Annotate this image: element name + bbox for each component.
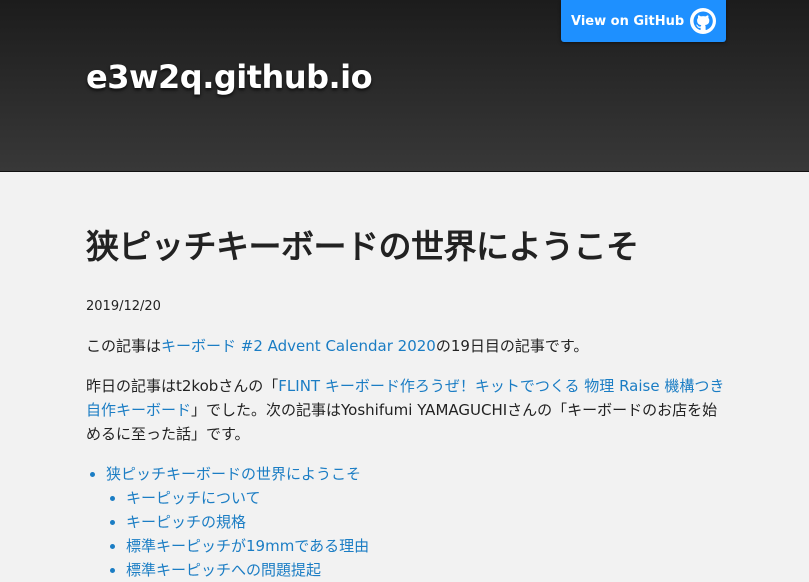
table-of-contents: 狭ピッチキーボードの世界にようこそ キーピッチについて キーピッチの規格 標準キ…: [86, 462, 726, 582]
toc-item: 狭ピッチキーボードの世界にようこそ キーピッチについて キーピッチの規格 標準キ…: [106, 462, 726, 582]
toc-sublist: キーピッチについて キーピッチの規格 標準キーピッチが19mmである理由 標準キ…: [106, 486, 726, 582]
toc-item: キーピッチについて: [126, 486, 726, 510]
post-date: 2019/12/20: [86, 299, 161, 314]
intro-prefix: この記事は: [86, 337, 162, 355]
github-octocat-icon: [690, 8, 716, 34]
toc-item: キーピッチの規格: [126, 510, 726, 534]
intro-paragraph: この記事はキーボード #2 Advent Calendar 2020の19日目の…: [86, 334, 726, 358]
toc-link-top[interactable]: 狭ピッチキーボードの世界にようこそ: [106, 465, 361, 483]
main-content: 狭ピッチキーボードの世界にようこそ 2019/12/20 この記事はキーボード …: [86, 200, 726, 582]
toc-link-19mm-reason[interactable]: 標準キーピッチが19mmである理由: [126, 537, 369, 555]
toc-item: 標準キーピッチが19mmである理由: [126, 534, 726, 558]
toc-link-key-pitch[interactable]: キーピッチについて: [126, 489, 261, 507]
toc-link-pitch-standard[interactable]: キーピッチの規格: [126, 513, 246, 531]
github-button-label: View on GitHub: [571, 13, 685, 29]
toc-link-problem[interactable]: 標準キーピッチへの問題提起: [126, 561, 321, 579]
prev-next-paragraph: 昨日の記事はt2kobさんの「FLINT キーボード作ろうぜ！キットでつくる 物…: [86, 374, 726, 446]
toc-item: 標準キーピッチへの問題提起: [126, 558, 726, 582]
view-on-github-button[interactable]: View on GitHub: [561, 0, 726, 42]
prev-next-prefix: 昨日の記事はt2kobさんの「: [86, 377, 279, 395]
advent-calendar-link[interactable]: キーボード #2 Advent Calendar 2020: [161, 337, 436, 355]
site-header: e3w2q.github.io View on GitHub: [0, 0, 809, 172]
intro-suffix: の19日目の記事です。: [435, 337, 589, 355]
post-title: 狭ピッチキーボードの世界にようこそ: [86, 227, 639, 266]
site-title[interactable]: e3w2q.github.io: [86, 58, 373, 96]
